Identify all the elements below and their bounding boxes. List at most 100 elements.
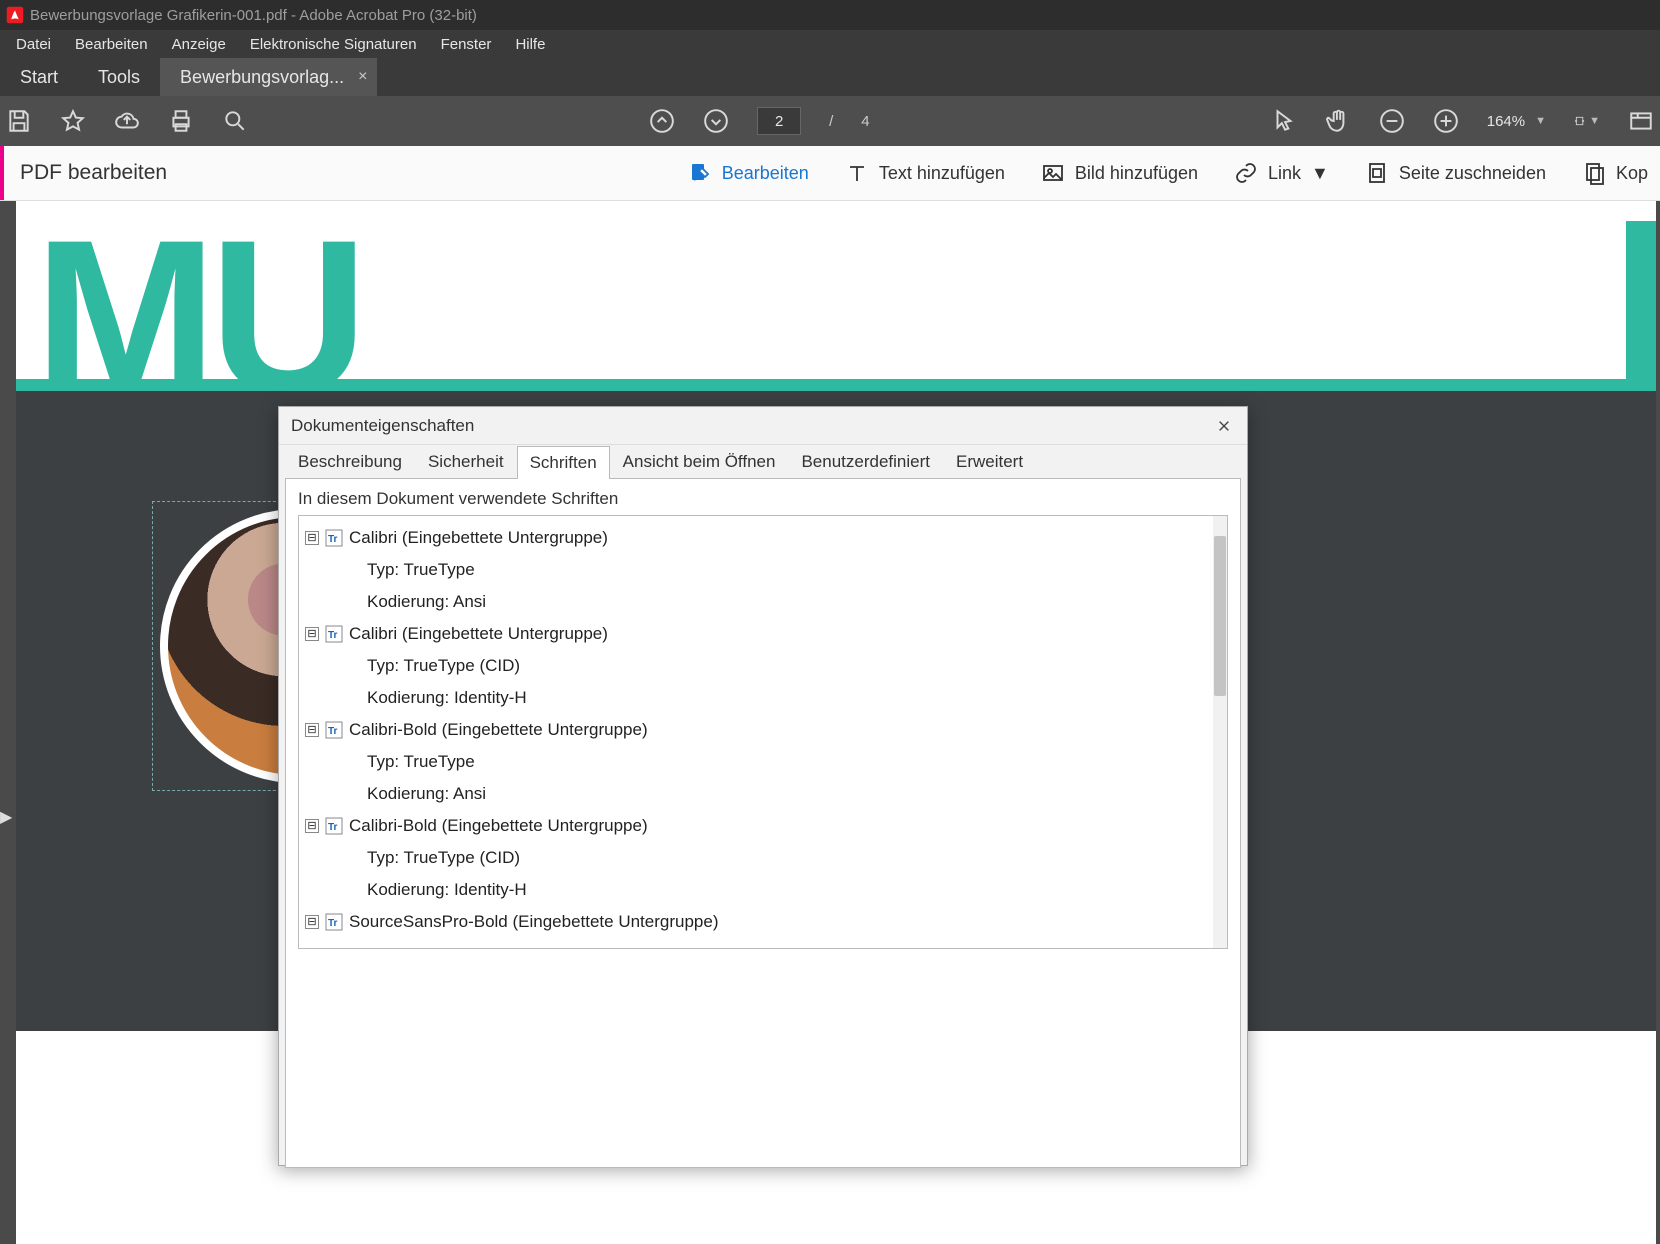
- print-icon[interactable]: [168, 108, 194, 134]
- font-item[interactable]: ⊟ Tr Calibri-Bold (Eingebettete Untergru…: [303, 810, 1223, 842]
- font-type: Typ: TrueType (CID): [303, 842, 1223, 874]
- svg-text:Tr: Tr: [328, 822, 338, 833]
- chevron-down-icon: ▼: [1589, 115, 1600, 127]
- acrobat-app-icon: [6, 6, 24, 24]
- pointer-icon[interactable]: [1271, 108, 1297, 134]
- expand-panel-icon[interactable]: ▶: [0, 807, 12, 823]
- tab-sicherheit[interactable]: Sicherheit: [415, 445, 517, 478]
- chevron-down-icon: ▼: [1535, 115, 1546, 127]
- chevron-down-icon: ▼: [1311, 163, 1329, 184]
- menu-bearbeiten[interactable]: Bearbeiten: [63, 33, 160, 56]
- font-item[interactable]: ⊟ Tr Calibri (Eingebettete Untergruppe): [303, 522, 1223, 554]
- zoom-value: 164%: [1487, 113, 1525, 130]
- truetype-icon: Tr: [325, 913, 343, 931]
- collapse-icon[interactable]: ⊟: [305, 819, 319, 833]
- edit-tool-label: Bearbeiten: [722, 163, 809, 184]
- tab-ansicht[interactable]: Ansicht beim Öffnen: [610, 445, 789, 478]
- font-type: Typ: TrueType: [303, 746, 1223, 778]
- add-image-tool[interactable]: Bild hinzufügen: [1041, 161, 1198, 185]
- font-type: Typ: TrueType (CID): [303, 650, 1223, 682]
- scrollbar-thumb[interactable]: [1214, 536, 1226, 696]
- page-separator: /: [829, 113, 833, 130]
- tab-close-icon[interactable]: ×: [358, 68, 367, 86]
- tab-beschreibung[interactable]: Beschreibung: [285, 445, 415, 478]
- font-name: SourceSansPro-Bold (Eingebettete Untergr…: [349, 912, 719, 932]
- font-item[interactable]: ⊟ Tr Calibri-Bold (Eingebettete Untergru…: [303, 714, 1223, 746]
- font-encoding: Kodierung: Ansi: [303, 778, 1223, 810]
- scrollbar[interactable]: [1213, 516, 1227, 948]
- dialog-title: Dokumenteigenschaften: [291, 416, 474, 436]
- save-icon[interactable]: [6, 108, 32, 134]
- edit-mode-title: PDF bearbeiten: [20, 161, 167, 185]
- edit-tool[interactable]: Bearbeiten: [688, 161, 809, 185]
- collapse-icon[interactable]: ⊟: [305, 531, 319, 545]
- fonts-group-label: In diesem Dokument verwendete Schriften: [298, 489, 1228, 509]
- font-name: Calibri-Bold (Eingebettete Untergruppe): [349, 816, 648, 836]
- copy-tool[interactable]: Kop: [1582, 161, 1648, 185]
- tab-document-label: Bewerbungsvorlag...: [180, 67, 344, 88]
- tab-document[interactable]: Bewerbungsvorlag... ×: [160, 58, 377, 96]
- dialog-tabs: Beschreibung Sicherheit Schriften Ansich…: [279, 445, 1247, 478]
- font-name: Calibri-Bold (Eingebettete Untergruppe): [349, 720, 648, 740]
- star-icon[interactable]: [60, 108, 86, 134]
- svg-text:Tr: Tr: [328, 630, 338, 641]
- crop-label: Seite zuschneiden: [1399, 163, 1546, 184]
- search-icon[interactable]: [222, 108, 248, 134]
- menu-datei[interactable]: Datei: [4, 33, 63, 56]
- tab-schriften[interactable]: Schriften: [517, 446, 610, 479]
- font-name: Calibri (Eingebettete Untergruppe): [349, 528, 608, 548]
- read-mode-icon[interactable]: [1628, 108, 1654, 134]
- tab-tools[interactable]: Tools: [78, 58, 160, 96]
- document-properties-dialog: Dokumenteigenschaften Beschreibung Siche…: [278, 406, 1248, 1166]
- tab-start[interactable]: Start: [0, 58, 78, 96]
- menu-fenster[interactable]: Fenster: [429, 33, 504, 56]
- document-canvas[interactable]: MU ▶ Dokumenteigenschaften Beschreibung …: [0, 201, 1660, 1244]
- page-down-icon[interactable]: [703, 108, 729, 134]
- fonts-listbox[interactable]: ⊟ Tr Calibri (Eingebettete Untergruppe) …: [298, 515, 1228, 949]
- collapse-icon[interactable]: ⊟: [305, 915, 319, 929]
- page-total: 4: [861, 113, 869, 130]
- font-type: Typ: TrueType: [303, 554, 1223, 586]
- truetype-icon: Tr: [325, 721, 343, 739]
- zoom-in-icon[interactable]: [1433, 108, 1459, 134]
- truetype-icon: Tr: [325, 625, 343, 643]
- edit-toolbar: PDF bearbeiten Bearbeiten Text hinzufüge…: [0, 146, 1660, 201]
- font-item[interactable]: ⊟ Tr SourceSansPro-Bold (Eingebettete Un…: [303, 906, 1223, 938]
- svg-text:Tr: Tr: [328, 534, 338, 545]
- font-name: Calibri (Eingebettete Untergruppe): [349, 624, 608, 644]
- zoom-out-icon[interactable]: [1379, 108, 1405, 134]
- svg-text:Tr: Tr: [328, 726, 338, 737]
- fit-width-icon[interactable]: ▼: [1574, 108, 1600, 134]
- close-icon[interactable]: [1213, 415, 1235, 437]
- page-number-input[interactable]: [757, 107, 801, 135]
- collapse-icon[interactable]: ⊟: [305, 627, 319, 641]
- link-tool[interactable]: Link ▼: [1234, 161, 1329, 185]
- truetype-icon: Tr: [325, 817, 343, 835]
- menu-anzeige[interactable]: Anzeige: [160, 33, 238, 56]
- font-item[interactable]: ⊟ Tr Calibri (Eingebettete Untergruppe): [303, 618, 1223, 650]
- collapse-icon[interactable]: ⊟: [305, 723, 319, 737]
- crop-page-tool[interactable]: Seite zuschneiden: [1365, 161, 1546, 185]
- hand-icon[interactable]: [1325, 108, 1351, 134]
- font-encoding: Kodierung: Identity-H: [303, 682, 1223, 714]
- add-text-label: Text hinzufügen: [879, 163, 1005, 184]
- truetype-icon: Tr: [325, 529, 343, 547]
- tab-erweitert[interactable]: Erweitert: [943, 445, 1036, 478]
- main-toolbar: / 4 164% ▼ ▼: [0, 96, 1660, 146]
- copy-label: Kop: [1616, 163, 1648, 184]
- cloud-upload-icon[interactable]: [114, 108, 140, 134]
- add-text-tool[interactable]: Text hinzufügen: [845, 161, 1005, 185]
- menu-bar: Datei Bearbeiten Anzeige Elektronische S…: [0, 30, 1660, 58]
- menu-signaturen[interactable]: Elektronische Signaturen: [238, 33, 429, 56]
- dialog-header[interactable]: Dokumenteigenschaften: [279, 407, 1247, 445]
- tab-benutzer[interactable]: Benutzerdefiniert: [788, 445, 943, 478]
- svg-text:Tr: Tr: [328, 918, 338, 929]
- file-tabs: Start Tools Bewerbungsvorlag... ×: [0, 58, 1660, 96]
- window-title: Bewerbungsvorlage Grafikerin-001.pdf - A…: [30, 7, 477, 24]
- font-encoding: Kodierung: Ansi: [303, 586, 1223, 618]
- page-up-icon[interactable]: [649, 108, 675, 134]
- font-encoding: Kodierung: Identity-H: [303, 874, 1223, 906]
- menu-hilfe[interactable]: Hilfe: [503, 33, 557, 56]
- add-image-label: Bild hinzufügen: [1075, 163, 1198, 184]
- zoom-level[interactable]: 164% ▼: [1487, 113, 1546, 130]
